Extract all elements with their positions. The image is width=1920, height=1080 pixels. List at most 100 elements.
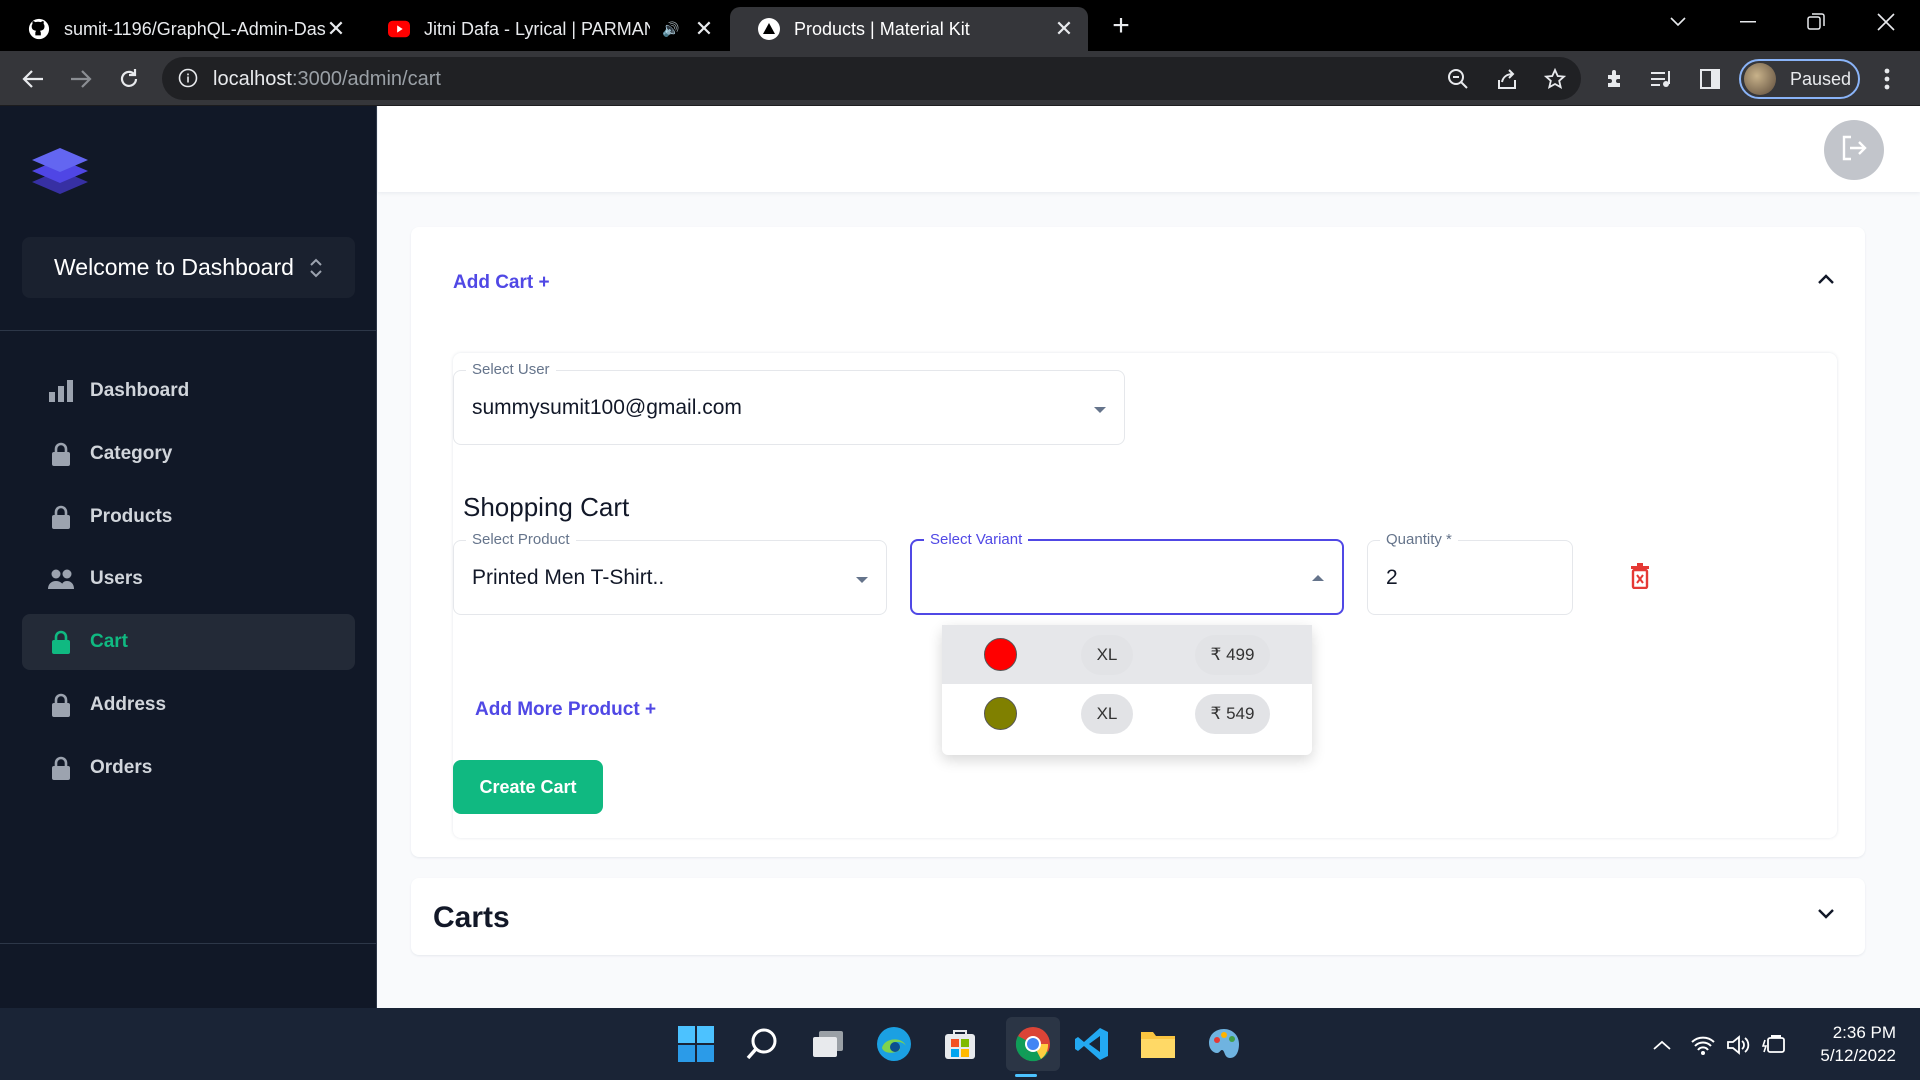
close-tab-icon[interactable]: ✕: [690, 15, 718, 43]
cart-form: Select User summysumit100@gmail.com Shop…: [453, 353, 1837, 838]
selector-icon: [309, 257, 323, 279]
carts-title: Carts: [433, 901, 510, 934]
color-swatch: [984, 638, 1017, 671]
windows-start-icon[interactable]: [676, 1024, 716, 1064]
tab-youtube[interactable]: Jitni Dafa - Lyrical | PARMANU 🔊 ✕: [360, 7, 728, 51]
extensions-icon[interactable]: [1596, 60, 1634, 98]
wifi-icon[interactable]: [1689, 1032, 1717, 1058]
system-clock[interactable]: 2:36 PM 5/12/2022: [1820, 1021, 1896, 1067]
quantity-field[interactable]: Quantity * 2: [1367, 531, 1573, 615]
paint-icon[interactable]: [1204, 1024, 1244, 1064]
field-value: 2: [1386, 566, 1398, 589]
close-tab-icon[interactable]: ✕: [1050, 15, 1078, 43]
sidebar-item-products[interactable]: Products: [22, 489, 355, 545]
site-info-icon[interactable]: [178, 68, 198, 93]
variant-options-menu: XL ₹ 499 XL ₹ 549: [942, 625, 1312, 755]
lock-icon: [48, 755, 74, 781]
carts-accordion[interactable]: Carts: [411, 878, 1865, 955]
sidebar-item-label: Orders: [90, 757, 153, 778]
tab-github[interactable]: sumit-1196/GraphQL-Admin-Dashboard ✕: [0, 7, 360, 51]
profile-label: Paused: [1790, 68, 1852, 89]
profile-button[interactable]: Paused: [1739, 59, 1860, 99]
variant-option[interactable]: XL ₹ 549: [942, 684, 1312, 743]
color-swatch: [984, 697, 1017, 730]
chevron-up-icon[interactable]: [1817, 272, 1835, 290]
reload-icon[interactable]: [110, 60, 148, 98]
add-cart-toggle[interactable]: Add Cart +: [453, 272, 550, 294]
sidebar-item-address[interactable]: Address: [22, 677, 355, 733]
address-bar[interactable]: localhost:3000/admin/cart: [162, 57, 1581, 100]
field-value: summysumit100@gmail.com: [472, 396, 742, 419]
select-product-field[interactable]: Select Product Printed Men T-Shirt..: [453, 531, 887, 615]
shopping-cart-title: Shopping Cart: [463, 492, 630, 522]
app-logo-icon[interactable]: [30, 144, 90, 199]
sidebar-item-label: Address: [90, 694, 167, 715]
new-tab-icon[interactable]: +: [1103, 8, 1139, 44]
close-window-icon[interactable]: [1852, 0, 1920, 44]
github-icon: [28, 18, 50, 40]
tab-title: sumit-1196/GraphQL-Admin-Dashboard: [64, 18, 326, 39]
back-icon[interactable]: [14, 60, 52, 98]
create-cart-button[interactable]: Create Cart: [453, 760, 603, 814]
speaker-icon[interactable]: 🔊: [662, 21, 679, 38]
delete-icon[interactable]: [1630, 563, 1650, 594]
task-view-icon[interactable]: [808, 1024, 848, 1064]
sidebar-item-dashboard[interactable]: Dashboard: [22, 363, 355, 419]
tab-title: Products | Material Kit: [794, 18, 970, 39]
tray-overflow-icon[interactable]: [1648, 1032, 1676, 1058]
workspace-selector[interactable]: Welcome to Dashboard: [22, 237, 355, 298]
side-panel-icon[interactable]: [1691, 60, 1729, 98]
sidebar-item-label: Dashboard: [90, 380, 190, 401]
close-tab-icon[interactable]: ✕: [322, 15, 350, 43]
chevron-down-icon[interactable]: [1817, 907, 1835, 925]
sidebar-item-cart[interactable]: Cart: [22, 614, 355, 670]
url-text: localhost:3000/admin/cart: [213, 68, 441, 90]
sidebar: Welcome to Dashboard Dashboard Category …: [0, 106, 377, 1008]
users-icon: [48, 566, 74, 592]
chrome-icon[interactable]: [1006, 1017, 1060, 1071]
sidebar-item-label: Users: [90, 568, 143, 589]
active-app-indicator: [1015, 1074, 1037, 1077]
sidebar-divider: [0, 943, 377, 944]
microsoft-store-icon[interactable]: [940, 1024, 980, 1064]
bookmark-star-icon[interactable]: [1538, 62, 1572, 96]
search-icon[interactable]: [742, 1024, 782, 1064]
minimize-icon[interactable]: [1714, 0, 1782, 44]
vscode-icon[interactable]: [1072, 1024, 1112, 1064]
variant-option[interactable]: XL ₹ 499: [942, 625, 1312, 684]
sidebar-item-category[interactable]: Category: [22, 426, 355, 482]
size-chip: XL: [1081, 694, 1133, 734]
select-variant-field[interactable]: Select Variant: [910, 531, 1344, 615]
field-value: Printed Men T-Shirt..: [472, 566, 665, 589]
chart-bar-icon: [48, 378, 74, 404]
restore-icon[interactable]: [1782, 0, 1850, 44]
lock-icon: [48, 692, 74, 718]
tab-search-icon[interactable]: [1644, 0, 1712, 44]
media-control-icon[interactable]: [1643, 60, 1681, 98]
zoom-icon[interactable]: [1441, 62, 1475, 96]
add-cart-accordion: Add Cart + Select User summysumit100@gma…: [411, 227, 1865, 857]
forward-icon[interactable]: [62, 60, 100, 98]
lock-icon: [48, 441, 74, 467]
add-more-product-button[interactable]: Add More Product +: [475, 699, 656, 721]
welcome-title: Welcome to Dashboard: [54, 254, 294, 280]
battery-icon[interactable]: [1761, 1032, 1789, 1058]
edge-browser-icon[interactable]: [874, 1024, 914, 1064]
file-explorer-icon[interactable]: [1138, 1024, 1178, 1064]
price-chip: ₹ 499: [1195, 635, 1270, 675]
youtube-icon: [388, 18, 410, 40]
select-user-field[interactable]: Select User summysumit100@gmail.com: [453, 361, 1125, 445]
sidebar-item-users[interactable]: Users: [22, 551, 355, 607]
lock-icon: [48, 504, 74, 530]
field-label: Select User: [466, 361, 556, 378]
dropdown-arrow-up-icon: [1312, 575, 1324, 581]
volume-icon[interactable]: [1725, 1032, 1753, 1058]
field-label: Select Product: [466, 531, 576, 548]
logout-button[interactable]: [1824, 120, 1884, 180]
chrome-menu-icon[interactable]: [1868, 60, 1906, 98]
dropdown-arrow-icon: [856, 577, 868, 583]
avatar: [1744, 63, 1776, 95]
sidebar-item-orders[interactable]: Orders: [22, 740, 355, 796]
tab-material-kit[interactable]: Products | Material Kit ✕: [730, 7, 1088, 51]
share-icon[interactable]: [1490, 62, 1524, 96]
